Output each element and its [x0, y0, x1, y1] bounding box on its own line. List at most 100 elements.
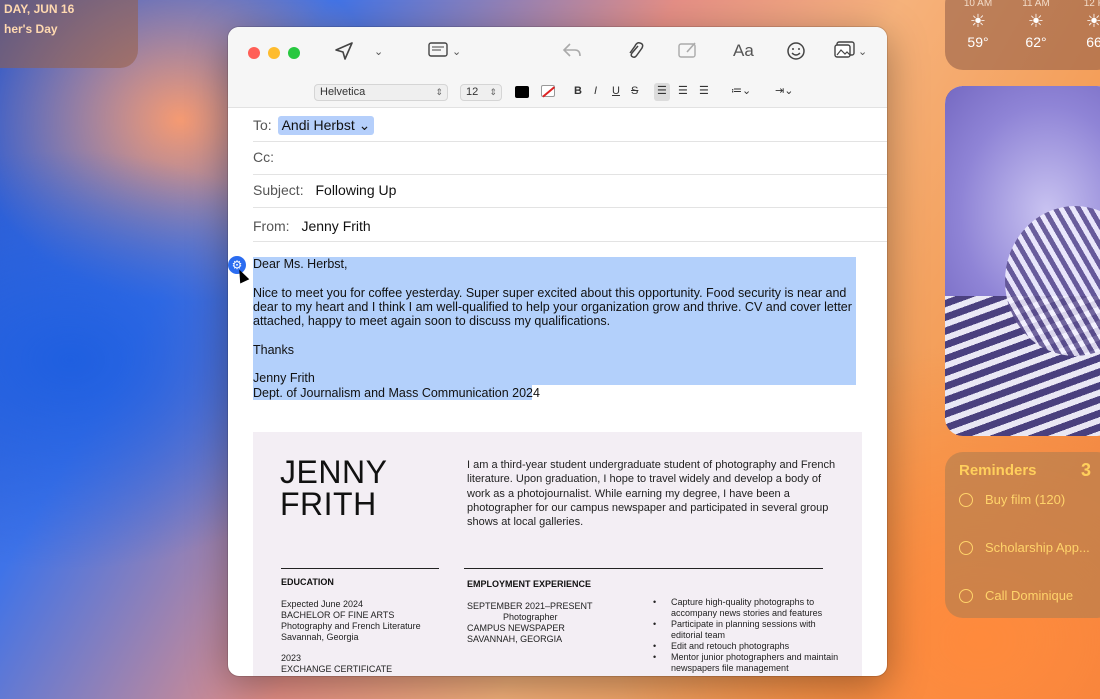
updown-chevron-icon: ⇕ [489, 87, 497, 97]
chevron-down-icon[interactable]: ⌄ [452, 45, 461, 58]
from-label: From: [253, 218, 290, 234]
job-entry: SEPTEMBER 2021–PRESENT Photographer CAMP… [467, 601, 593, 645]
strikethrough-button[interactable]: S [631, 85, 638, 97]
subject-value[interactable]: Following Up [315, 182, 396, 198]
job-bullet: Mentor junior photographers and maintain… [653, 652, 843, 674]
attachment-icon[interactable] [626, 41, 644, 67]
job-dates: SEPTEMBER 2021–PRESENT [467, 601, 593, 611]
text-color-swatch[interactable] [515, 86, 529, 98]
align-right-icon[interactable]: ☰ [699, 84, 709, 97]
reminder-label: Scholarship App... [985, 540, 1090, 555]
recipient-name: Andi Herbst [281, 117, 355, 133]
chevron-down-icon[interactable]: ⌄ [374, 45, 383, 58]
photo-browser-icon[interactable] [834, 41, 856, 65]
job-bullet: Edit and retouch photographs [653, 641, 843, 652]
message-body[interactable]: Dear Ms. Herbst, Nice to meet you for co… [253, 257, 859, 400]
divider [464, 568, 823, 569]
reminder-label: Call Dominique [985, 588, 1074, 603]
edu-degree: EXCHANGE CERTIFICATE [281, 664, 393, 674]
reminder-label: Buy film (120) [985, 492, 1066, 507]
subject-field[interactable]: Subject: Following Up [253, 182, 396, 198]
weather-hour: 11 AM ☀ 62° [1011, 0, 1061, 50]
signature-name: Jenny Frith [253, 371, 315, 386]
recipient-token[interactable]: Andi Herbst ⌄ [277, 116, 375, 135]
sun-cloud-icon: ☀ [1085, 11, 1100, 31]
compose-window: ⌄ ⌄ Aa ⌄ Helvetica ⇕ 12 ⇕ B I U S ☰ ☰ ☰ … [228, 27, 887, 676]
mouse-cursor-icon [234, 267, 250, 284]
sun-cloud-icon: ☀ [1027, 11, 1045, 31]
education-entry: Expected June 2024 BACHELOR OF FINE ARTS… [281, 599, 421, 643]
font-size-select[interactable]: 12 ⇕ [460, 84, 502, 101]
job-bullet: Participate in planning sessions with ed… [653, 619, 843, 641]
reminder-item[interactable]: Scholarship App... [959, 540, 1090, 555]
zoom-button[interactable] [288, 47, 300, 59]
reminder-item[interactable]: Buy film (120) [959, 492, 1065, 507]
edu-field: Photography and French Literature [281, 621, 421, 631]
edu-date: Expected June 2024 [281, 599, 364, 609]
chevron-down-icon[interactable]: ⌄ [858, 45, 867, 58]
italic-button[interactable]: I [594, 85, 597, 97]
job-bullets: Capture high-quality photographs to acco… [653, 597, 843, 674]
weather-widget[interactable]: 10 AM ☀ 59° 11 AM ☀ 62° 12 P ☀ 66 [945, 0, 1100, 70]
weather-temp: 66 [1086, 34, 1100, 50]
from-value[interactable]: Jenny Frith [301, 218, 370, 234]
weather-time: 10 AM [963, 0, 993, 9]
employment-heading: EMPLOYMENT EXPERIENCE [467, 579, 592, 589]
divider [253, 207, 887, 208]
list-icon[interactable]: ≔⌄ [731, 84, 751, 97]
weather-time: 12 P [1083, 0, 1100, 9]
photo-widget[interactable] [945, 86, 1100, 436]
calendar-widget[interactable]: DAY, JUN 16 her's Day [0, 0, 138, 68]
job-org: CAMPUS NEWSPAPER [467, 623, 565, 633]
resume-name-first: JENNY [280, 454, 388, 490]
subject-label: Subject: [253, 182, 304, 198]
font-family-value: Helvetica [320, 86, 366, 98]
job-title: Photographer [503, 612, 558, 622]
bold-button[interactable]: B [574, 85, 582, 97]
calendar-event: her's Day [4, 22, 58, 36]
cc-field[interactable]: Cc: [253, 149, 274, 165]
education-entry: 2023 EXCHANGE CERTIFICATE [281, 653, 392, 675]
reminder-item[interactable]: Call Dominique [959, 588, 1073, 603]
send-icon[interactable] [334, 41, 354, 67]
reminders-count: 3 [1081, 460, 1092, 480]
edu-degree: BACHELOR OF FINE ARTS [281, 610, 395, 620]
cc-label: Cc: [253, 149, 274, 165]
from-field[interactable]: From: Jenny Frith [253, 218, 371, 234]
reminders-widget[interactable]: Reminders 3 Buy film (120) Scholarship A… [945, 452, 1100, 618]
education-heading: EDUCATION [281, 577, 334, 587]
font-format-button[interactable]: Aa [733, 41, 754, 61]
edu-place: Savannah, Georgia [281, 632, 359, 642]
job-place: SAVANNAH, GEORGIA [467, 634, 563, 644]
resume-name: JENNY FRITH [280, 456, 387, 520]
resume-intro: I am a third-year student undergraduate … [467, 459, 836, 529]
indent-icon[interactable]: ⇥⌄ [775, 84, 793, 97]
font-size-value: 12 [466, 86, 479, 98]
markup-icon[interactable] [678, 41, 698, 65]
job-bullet: Capture high-quality photographs to acco… [653, 597, 843, 619]
weather-time: 11 AM [1022, 0, 1050, 9]
align-left-icon[interactable]: ☰ [657, 84, 667, 97]
resume-attachment[interactable]: JENNY FRITH I am a third-year student un… [253, 432, 862, 676]
divider [253, 241, 887, 242]
reminder-checkbox[interactable] [959, 492, 973, 507]
header-fields-icon[interactable] [428, 41, 450, 65]
edu-date: 2023 [281, 653, 302, 663]
background-color-swatch[interactable] [541, 85, 555, 97]
underline-button[interactable]: U [612, 85, 620, 97]
to-field[interactable]: To: Andi Herbst ⌄ [253, 116, 375, 135]
divider [253, 174, 887, 175]
weather-hour: 10 AM ☀ 59° [953, 0, 1003, 50]
reminder-checkbox[interactable] [959, 588, 973, 603]
weather-hour: 12 P ☀ 66 [1069, 0, 1100, 50]
reminder-checkbox[interactable] [959, 540, 973, 555]
reply-icon[interactable] [562, 41, 582, 65]
font-family-select[interactable]: Helvetica ⇕ [314, 84, 448, 101]
weather-temp: 62° [1025, 34, 1047, 50]
minimize-button[interactable] [268, 47, 280, 59]
align-center-icon[interactable]: ☰ [678, 84, 688, 97]
emoji-icon[interactable] [786, 41, 806, 67]
close-button[interactable] [248, 47, 260, 59]
format-bar: Helvetica ⇕ 12 ⇕ B I U S ☰ ☰ ☰ ≔⌄ ⇥⌄ [228, 79, 887, 108]
greeting: Dear Ms. Herbst, [253, 257, 348, 271]
